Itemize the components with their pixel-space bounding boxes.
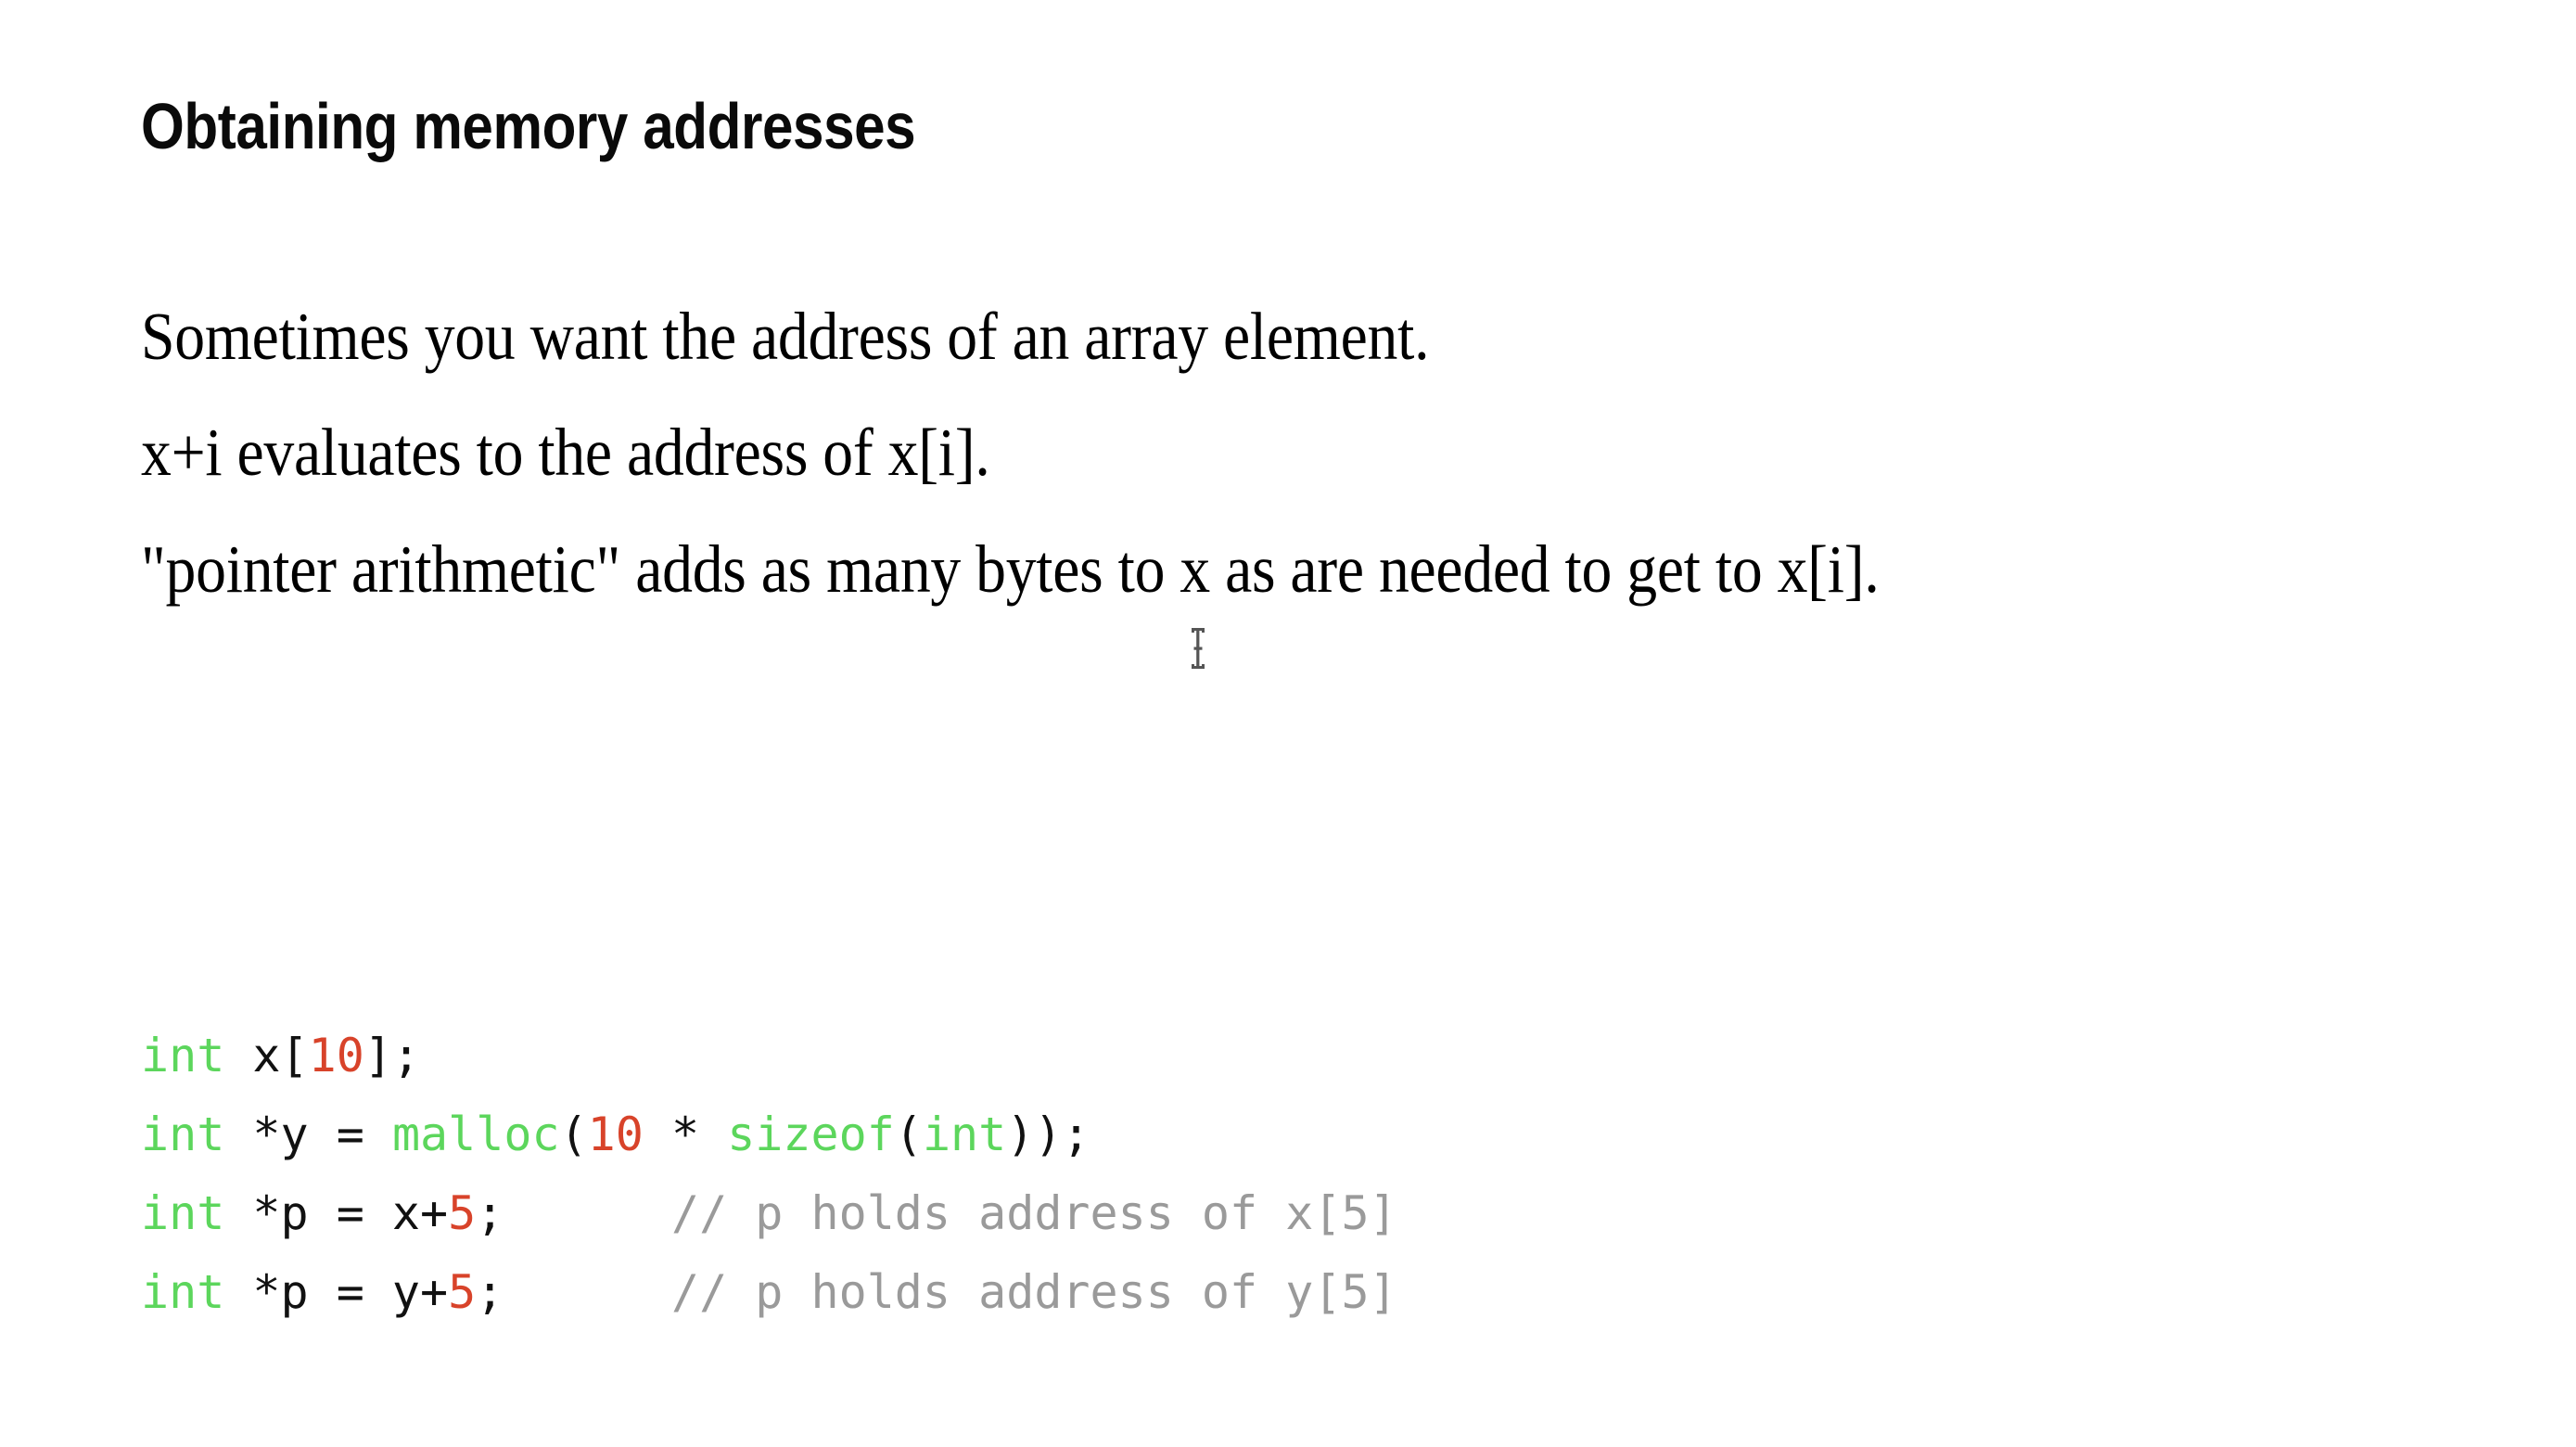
code-token-id: *p = y+ <box>224 1265 449 1319</box>
code-line: int *y = malloc(10 * sizeof(int)); <box>141 1095 1397 1174</box>
code-token-punct: ( <box>559 1108 588 1161</box>
code-line: int *p = x+5; // p holds address of x[5] <box>141 1174 1397 1253</box>
code-token-id <box>504 1265 671 1319</box>
code-token-punct: )); <box>1006 1108 1090 1161</box>
code-token-op: * <box>643 1108 728 1161</box>
code-token-fn: malloc <box>391 1108 560 1161</box>
code-token-id <box>504 1186 671 1240</box>
code-token-kw: int <box>141 1265 225 1319</box>
code-token-punct: ]; <box>363 1029 421 1082</box>
code-line: int *p = y+5; // p holds address of y[5] <box>141 1253 1397 1332</box>
code-token-comment: // p holds address of x[5] <box>670 1186 1397 1240</box>
code-token-kw: int <box>141 1186 225 1240</box>
page-title: Obtaining memory addresses <box>141 89 916 162</box>
code-token-punct: ( <box>894 1108 923 1161</box>
code-token-kw: int <box>141 1108 225 1161</box>
code-token-num: 10 <box>587 1108 644 1161</box>
slide-canvas: Obtaining memory addresses Sometimes you… <box>0 0 2576 1447</box>
code-token-num: 10 <box>308 1029 364 1082</box>
slide-body: Sometimes you want the address of an arr… <box>141 293 2422 642</box>
code-block: int x[10]; int *y = malloc(10 * sizeof(in… <box>141 1017 1397 1332</box>
code-token-id: *p = x+ <box>224 1186 449 1240</box>
code-token-punct: [ <box>280 1029 309 1082</box>
paragraph-3: "pointer arithmetic" adds as many bytes … <box>141 531 1880 607</box>
code-line: int x[10]; <box>141 1017 1397 1095</box>
code-token-fn: sizeof <box>727 1108 895 1161</box>
code-token-comment: // p holds address of y[5] <box>670 1265 1397 1319</box>
code-token-id: *y = <box>224 1108 392 1161</box>
code-token-num: 5 <box>448 1186 477 1240</box>
code-token-num: 5 <box>448 1265 477 1319</box>
code-token-id: x <box>224 1029 281 1082</box>
paragraph-1: Sometimes you want the address of an arr… <box>141 299 1430 374</box>
paragraph-2: x+i evaluates to the address of x[i]. <box>141 415 990 491</box>
code-token-kw: int <box>922 1108 1007 1161</box>
code-token-kw: int <box>141 1029 225 1082</box>
code-token-punct: ; <box>476 1186 504 1240</box>
code-token-punct: ; <box>476 1265 504 1319</box>
